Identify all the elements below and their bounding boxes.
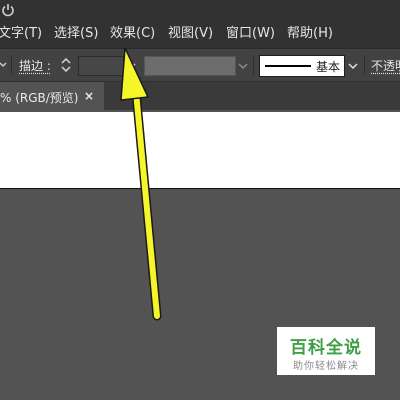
chevron-down-icon[interactable] [238,62,248,70]
menu-item-help[interactable]: 帮助(H) [287,26,333,42]
menu-item-select[interactable]: 选择(S) [54,26,98,42]
brush-definition-field[interactable]: 基本 [259,55,345,77]
title-bar [0,0,400,20]
divider [11,55,12,75]
menu-item-window[interactable]: 窗口(W) [226,26,275,42]
stroke-weight-input[interactable] [78,56,124,76]
variable-width-profile[interactable] [144,56,236,76]
menu-item-type[interactable]: 文字(T) [0,26,42,42]
document-tab-label: % (RGB/预览) [0,91,79,105]
opacity-label[interactable]: 不透明 [371,57,400,74]
watermark-title: 百科全说 [290,338,362,358]
close-icon[interactable]: × [84,89,94,103]
divider [364,55,365,75]
menu-bar: 文字(T) 选择(S) 效果(C) 视图(V) 窗口(W) 帮助(H) [0,20,400,49]
app-window: 文字(T) 选择(S) 效果(C) 视图(V) 窗口(W) 帮助(H) 描边 :… [0,0,400,400]
power-icon[interactable] [1,3,15,17]
control-bar: 描边 : 基本 不透明 [0,49,400,82]
brush-stroke-preview [265,65,311,67]
artboard[interactable] [0,112,400,189]
menu-item-view[interactable]: 视图(V) [168,26,213,42]
brush-label: 基本 [316,60,341,74]
chevron-down-icon[interactable] [348,62,358,70]
watermark-logo: 百科全说 助你轻松解决 [277,327,375,375]
chevron-down-icon[interactable] [126,62,136,70]
menu-item-effect[interactable]: 效果(C) [110,26,155,42]
document-tab-bar: % (RGB/预览) × [0,82,400,110]
divider [253,55,254,75]
spinner-icon[interactable] [59,56,73,74]
stroke-label[interactable]: 描边 : [19,57,51,74]
document-tab[interactable]: % (RGB/预览) × [0,82,104,110]
watermark-subtitle: 助你轻松解决 [293,361,359,372]
chevron-down-icon[interactable] [0,57,8,73]
